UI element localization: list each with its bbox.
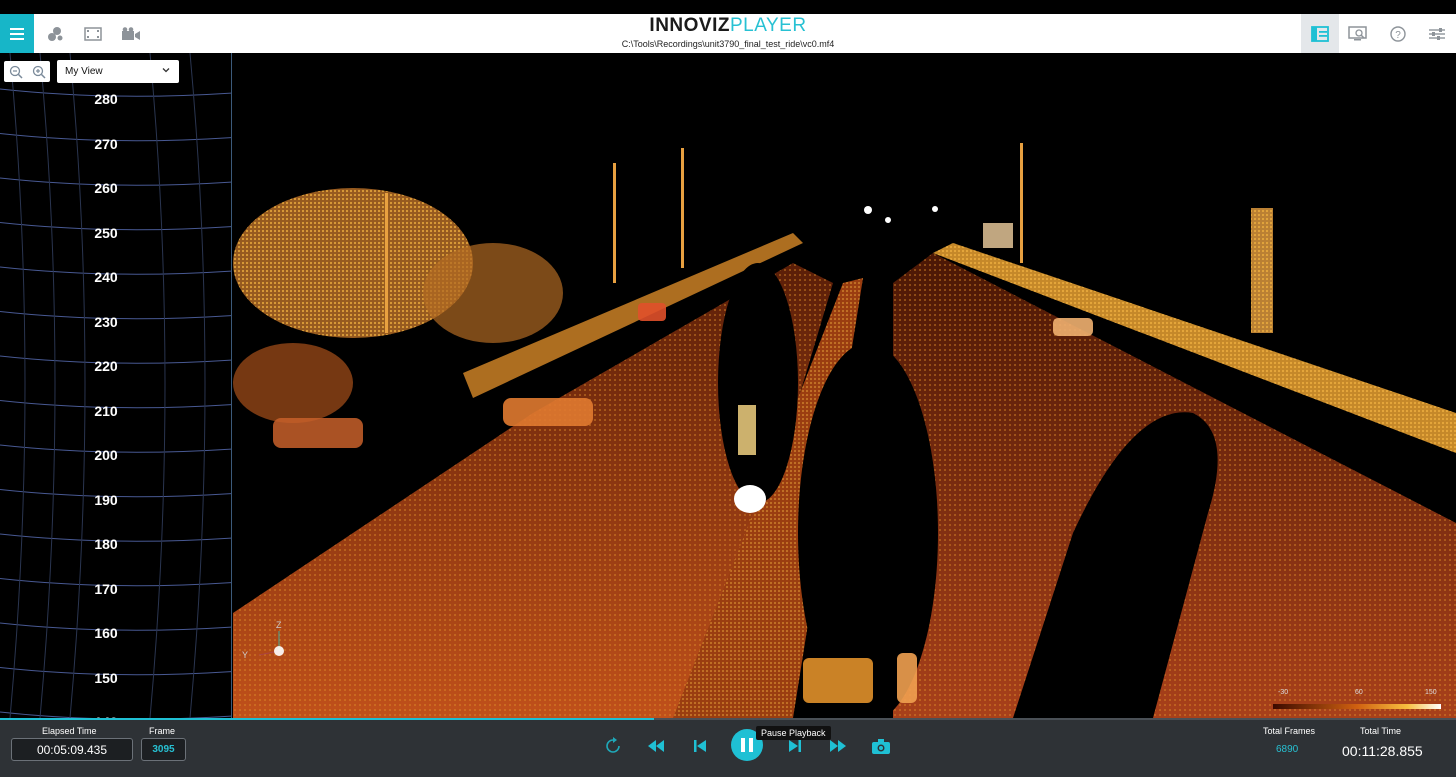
ruler-label: 190	[94, 491, 118, 508]
settings-button[interactable]	[1418, 14, 1456, 53]
logo-innoviz: INNOVIZ	[649, 15, 730, 36]
camera-button[interactable]	[112, 14, 150, 53]
app-header: INNOVIZPLAYER C:\Tools\Recordings\unit37…	[0, 14, 1456, 53]
ruler-label: 240	[94, 269, 118, 285]
ruler-label: 170	[94, 580, 118, 597]
app-logo: INNOVIZPLAYER	[560, 16, 896, 36]
ruler-label: 220	[94, 358, 118, 374]
ruler-label: 280	[94, 91, 118, 107]
total-time-value: 00:11:28.855	[1342, 743, 1423, 759]
point-cloud-scene	[233, 143, 1456, 718]
playback-progress-fill	[0, 718, 654, 720]
brand: INNOVIZPLAYER C:\Tools\Recordings\unit37…	[560, 16, 896, 50]
elapsed-time-label: Elapsed Time	[42, 726, 97, 736]
rewind-icon	[648, 740, 664, 752]
playback-progress[interactable]	[0, 718, 1456, 720]
frame-field[interactable]: 3095	[141, 738, 186, 761]
step-forward-icon	[789, 740, 801, 752]
ruler-label: 250	[94, 224, 118, 241]
scale-label-mid: 60	[1355, 689, 1363, 696]
camera-icon	[122, 26, 140, 40]
axis-z-label: Z	[276, 620, 282, 630]
scale-label-min: -30	[1278, 689, 1289, 696]
intensity-scale: -30 60 150	[1273, 689, 1441, 711]
scale-label-max: 150	[1425, 689, 1437, 696]
sliders-icon	[1429, 27, 1445, 40]
film-button[interactable]	[74, 14, 112, 53]
ruler-label: 260	[94, 180, 118, 196]
ruler-label: 230	[94, 313, 118, 330]
objects-icon	[48, 26, 63, 41]
layout-icon	[1311, 25, 1329, 42]
snapshot-button[interactable]	[870, 732, 892, 760]
objects-button[interactable]	[36, 14, 74, 53]
ruler-label: 200	[94, 447, 118, 463]
total-time-label: Total Time	[1360, 726, 1402, 736]
view-select-value: My View	[65, 66, 103, 77]
screen-icon	[1348, 25, 1367, 40]
step-back-button[interactable]	[690, 732, 710, 760]
film-icon	[84, 26, 102, 41]
loop-button[interactable]	[603, 732, 623, 760]
ruler-labels: 280 270 260 250 240 230 220 210 200 190 180 170 160 1…	[0, 53, 231, 718]
snapshot-camera-icon	[872, 738, 890, 754]
playback-bar: Elapsed Time 00:05:09.435 Frame 3095 Pau…	[0, 718, 1456, 777]
frame-label: Frame	[149, 726, 176, 736]
help-button[interactable]: ?	[1379, 14, 1417, 53]
zoom-controls	[4, 61, 50, 82]
total-frames-label: Total Frames	[1263, 726, 1316, 736]
top-strip	[0, 0, 1456, 14]
pause-icon	[741, 738, 753, 752]
chevron-down-icon	[162, 68, 170, 73]
ruler-label: 270	[94, 135, 118, 152]
screen-button[interactable]	[1339, 14, 1377, 53]
fast-forward-icon	[830, 740, 846, 752]
menu-icon	[10, 27, 24, 40]
range-ruler-panel[interactable]: 280 270 260 250 240 230 220 210 200 190 180 170 160 1…	[0, 53, 232, 718]
ruler-label: 160	[94, 625, 118, 641]
menu-button[interactable]	[0, 14, 34, 53]
help-icon: ?	[1390, 25, 1406, 42]
rewind-button[interactable]	[646, 732, 666, 760]
layout-button[interactable]	[1301, 14, 1339, 53]
total-frames-value: 6890	[1276, 744, 1299, 755]
elapsed-time-field[interactable]: 00:05:09.435	[11, 738, 133, 761]
logo-player: PLAYER	[729, 15, 807, 36]
svg-text:?: ?	[1395, 30, 1401, 41]
fast-forward-button[interactable]	[828, 732, 848, 760]
loop-icon	[606, 737, 620, 753]
pause-tooltip: Pause Playback	[756, 726, 831, 740]
zoom-out-icon[interactable]	[9, 65, 23, 79]
ruler-label: 150	[94, 669, 118, 686]
ruler-label: 210	[94, 402, 118, 419]
ruler-label: 180	[94, 536, 118, 552]
point-cloud-viewport[interactable]: Z Y -30 60 150	[233, 53, 1456, 718]
step-back-icon	[694, 740, 706, 752]
view-select[interactable]: My View	[57, 60, 179, 83]
zoom-in-icon[interactable]	[32, 65, 46, 79]
file-path: C:\Tools\Recordings\unit3790_final_test_…	[621, 39, 835, 49]
axis-y-label: Y	[242, 650, 249, 660]
